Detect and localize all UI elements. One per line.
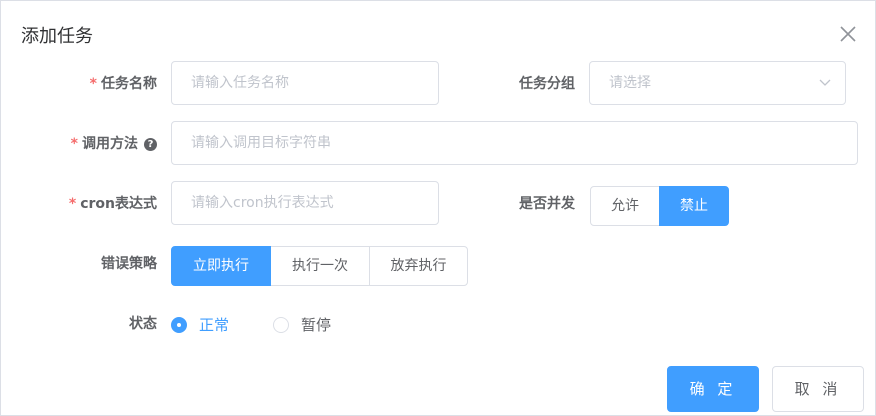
concurrent-button-group: 允许 禁止 [590, 186, 729, 226]
task-name-label-text: 任务名称 [101, 76, 157, 92]
concurrent-forbid-button[interactable]: 禁止 [659, 186, 729, 226]
dialog-title: 添加任务 [21, 26, 93, 47]
close-icon[interactable] [837, 23, 859, 45]
radio-checked-icon [171, 316, 187, 333]
misfire-abandon-button[interactable]: 放弃执行 [369, 246, 468, 286]
cron-label: * cron表达式 [41, 194, 157, 214]
task-name-label: * 任务名称 [71, 74, 157, 94]
misfire-run-now-button[interactable]: 立即执行 [171, 246, 271, 286]
required-mark: * [70, 136, 78, 152]
invoke-method-label-text: 调用方法 [82, 136, 138, 152]
required-mark: * [89, 76, 97, 92]
invoke-method-label: * 调用方法? [41, 134, 157, 154]
required-mark: * [68, 196, 77, 212]
confirm-button[interactable]: 确 定 [667, 366, 759, 412]
status-paused-text: 暂停 [301, 316, 332, 334]
cancel-button[interactable]: 取 消 [772, 366, 864, 412]
invoke-target-input[interactable] [171, 121, 858, 165]
question-circle-icon[interactable]: ? [144, 138, 157, 151]
misfire-policy-label: 错误策略 [101, 256, 157, 272]
concurrent-allow-button[interactable]: 允许 [590, 186, 660, 226]
add-task-dialog: 添加任务 *任务名称 任务分组 请选择 *调用方法? *cron表达式 是否并发… [0, 0, 876, 416]
status-label: 状态 [129, 316, 157, 332]
cron-label-text: cron表达式 [80, 196, 157, 212]
concurrent-label: 是否并发 [519, 196, 575, 212]
status-normal-text: 正常 [199, 316, 230, 334]
status-normal-radio[interactable]: 正常 [171, 314, 229, 335]
task-group-label: 任务分组 [519, 76, 575, 92]
task-name-input[interactable] [171, 61, 439, 105]
task-group-select[interactable]: 请选择 [589, 61, 846, 105]
radio-unchecked-icon [273, 316, 289, 333]
misfire-button-group: 立即执行 执行一次 放弃执行 [171, 246, 468, 286]
cron-expression-input[interactable] [171, 181, 439, 225]
chevron-down-icon [819, 79, 831, 86]
misfire-run-once-button[interactable]: 执行一次 [270, 246, 370, 286]
status-paused-radio[interactable]: 暂停 [273, 314, 331, 335]
task-group-placeholder: 请选择 [609, 75, 651, 91]
